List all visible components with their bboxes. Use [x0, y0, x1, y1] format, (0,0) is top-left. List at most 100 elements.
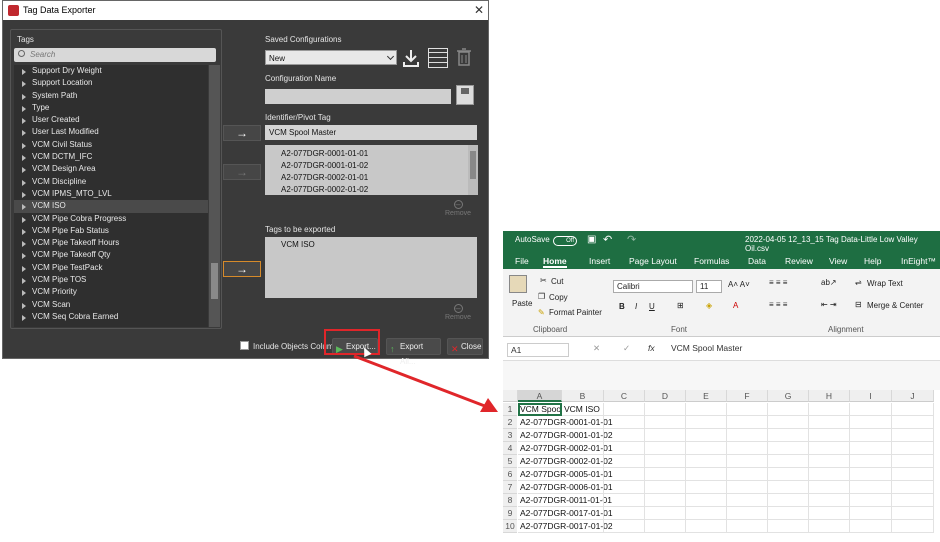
cell[interactable] — [645, 507, 686, 520]
cell[interactable] — [727, 442, 768, 455]
cell[interactable] — [850, 494, 892, 507]
expand-triangle-icon[interactable] — [22, 69, 26, 75]
cell[interactable] — [604, 507, 645, 520]
select-all-corner[interactable] — [503, 390, 518, 402]
grid-icon[interactable] — [428, 48, 448, 68]
tag-list-item[interactable]: VCM IPMS_MTO_LVL — [14, 188, 208, 200]
tag-list[interactable]: Support Dry Weight Support Location System… — [14, 65, 208, 327]
expand-triangle-icon[interactable] — [22, 228, 26, 235]
cell[interactable] — [768, 455, 809, 468]
ribbon-tab[interactable]: Insert — [589, 256, 610, 266]
underline-icon[interactable]: U — [649, 302, 655, 311]
cell[interactable] — [562, 494, 604, 507]
column-header[interactable]: G — [768, 390, 809, 402]
cell[interactable] — [562, 468, 604, 481]
tag-list-item[interactable]: VCM Design Area — [14, 163, 208, 175]
redo-icon[interactable]: ↷ — [627, 233, 636, 246]
tags-export-list[interactable]: VCM ISO — [265, 237, 477, 298]
merge-center-button[interactable]: Merge & Center — [867, 301, 923, 310]
tag-list-scrollbar[interactable] — [209, 65, 220, 327]
cell[interactable] — [686, 468, 727, 481]
copy-button[interactable]: Copy — [549, 293, 568, 302]
cell[interactable]: A2-077DGR-0001-01-01 — [518, 416, 613, 429]
autosave-toggle[interactable]: Off — [553, 236, 577, 246]
cell[interactable] — [686, 481, 727, 494]
cell[interactable] — [850, 520, 892, 533]
enter-icon[interactable]: ✓ — [623, 343, 630, 354]
row-header[interactable]: 5 — [503, 455, 517, 468]
cell[interactable] — [686, 416, 727, 429]
grow-font-icon[interactable]: A˄ A˅ — [728, 280, 750, 289]
cell[interactable] — [892, 455, 934, 468]
ribbon-tab[interactable]: InEight™ — [901, 256, 936, 266]
font-name-select[interactable]: Calibri — [613, 280, 693, 293]
expand-triangle-icon[interactable] — [22, 142, 26, 149]
cell[interactable]: A2-077DGR-0017-01-02 — [518, 520, 613, 533]
scrollbar-thumb[interactable] — [470, 151, 476, 179]
cell[interactable] — [645, 455, 686, 468]
tag-list-item[interactable]: User Last Modified — [14, 126, 208, 138]
cell[interactable] — [562, 455, 604, 468]
font-size-select[interactable]: 11 — [696, 280, 722, 293]
cell[interactable] — [850, 455, 892, 468]
expand-triangle-icon[interactable] — [22, 167, 26, 174]
cell[interactable] — [727, 494, 768, 507]
undo-icon[interactable]: ↶ — [603, 233, 612, 246]
save-icon[interactable] — [456, 85, 474, 105]
name-box[interactable]: A1 — [507, 343, 569, 357]
cell[interactable] — [768, 507, 809, 520]
remove-export-tag-button[interactable]: – Remove — [445, 304, 471, 322]
expand-triangle-icon[interactable] — [22, 241, 26, 248]
ribbon-tab[interactable]: Data — [748, 256, 766, 266]
close-icon[interactable]: ✕ — [474, 3, 484, 17]
expand-triangle-icon[interactable] — [22, 179, 26, 186]
expand-triangle-icon[interactable] — [22, 278, 26, 285]
cell[interactable] — [686, 507, 727, 520]
cell[interactable] — [892, 494, 934, 507]
identifier-value-item[interactable]: A2-077DGR-0001-01-02 — [281, 160, 468, 172]
cell[interactable] — [727, 416, 768, 429]
cell[interactable] — [809, 442, 850, 455]
expand-triangle-icon[interactable] — [22, 302, 26, 309]
cell[interactable] — [562, 481, 604, 494]
tag-list-item[interactable]: Support Location — [14, 77, 208, 89]
identifier-field[interactable]: VCM Spool Master — [265, 125, 477, 140]
cell[interactable] — [850, 481, 892, 494]
tag-list-item[interactable]: VCM Pipe Cobra Progress — [14, 213, 208, 225]
cell[interactable] — [892, 520, 934, 533]
expand-triangle-icon[interactable] — [22, 130, 26, 137]
cell[interactable] — [892, 507, 934, 520]
fill-color-icon[interactable]: ◈ — [706, 301, 712, 310]
cell[interactable] — [604, 468, 645, 481]
cell[interactable]: A2-077DGR-0006-01-01 — [518, 481, 613, 494]
ribbon-tab[interactable]: Formulas — [694, 256, 729, 266]
cell[interactable] — [809, 494, 850, 507]
tag-list-item[interactable]: VCM Civil Status — [14, 139, 208, 151]
tag-list-item[interactable]: VCM Discipline — [14, 176, 208, 188]
cell[interactable] — [604, 455, 645, 468]
expand-triangle-icon[interactable] — [22, 290, 26, 297]
saved-config-select[interactable]: New — [265, 50, 397, 65]
cell[interactable] — [850, 403, 892, 416]
row-header[interactable]: 9 — [503, 507, 517, 520]
cell[interactable]: A2-077DGR-0001-01-02 — [518, 429, 613, 442]
cell[interactable] — [604, 520, 645, 533]
cell[interactable] — [809, 468, 850, 481]
ribbon-tab[interactable]: View — [829, 256, 847, 266]
cell[interactable] — [809, 429, 850, 442]
cell[interactable] — [809, 481, 850, 494]
column-header[interactable]: C — [604, 390, 645, 402]
move-button[interactable]: → — [223, 164, 261, 180]
scrollbar-thumb[interactable] — [211, 263, 218, 299]
export-tag-item[interactable]: VCM ISO — [281, 240, 477, 249]
identifier-value-item[interactable]: A2-077DGR-0002-01-02 — [281, 184, 468, 196]
cell[interactable] — [686, 520, 727, 533]
add-export-tag-button[interactable]: → — [223, 261, 261, 277]
expand-triangle-icon[interactable] — [22, 265, 26, 272]
ribbon-tab[interactable]: Review — [785, 256, 813, 266]
expand-triangle-icon[interactable] — [22, 191, 26, 198]
row-header[interactable]: 10 — [503, 520, 517, 533]
cell[interactable] — [562, 507, 604, 520]
cell[interactable] — [562, 520, 604, 533]
cell[interactable] — [850, 442, 892, 455]
